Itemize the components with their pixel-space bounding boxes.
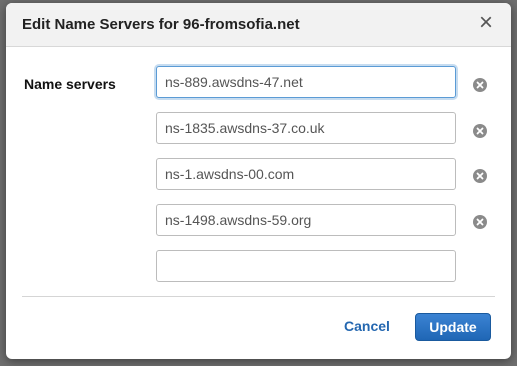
name-server-input-4[interactable] [156, 204, 456, 236]
name-servers-label: Name servers [24, 76, 116, 92]
name-server-input-1[interactable] [156, 66, 456, 98]
close-icon[interactable]: × [475, 11, 497, 35]
update-button[interactable]: Update [415, 313, 491, 341]
cancel-button[interactable]: Cancel [344, 318, 390, 334]
dialog-title: Edit Name Servers for 96-fromsofia.net [22, 16, 300, 33]
remove-icon[interactable] [473, 78, 487, 92]
name-server-input-2[interactable] [156, 112, 456, 144]
remove-icon[interactable] [473, 124, 487, 138]
edit-name-servers-dialog: Edit Name Servers for 96-fromsofia.net ×… [6, 3, 511, 359]
footer-divider [22, 296, 495, 297]
dialog-header: Edit Name Servers for 96-fromsofia.net × [6, 3, 511, 47]
name-server-input-5[interactable] [156, 250, 456, 282]
remove-icon[interactable] [473, 169, 487, 183]
remove-icon[interactable] [473, 215, 487, 229]
name-server-input-3[interactable] [156, 158, 456, 190]
